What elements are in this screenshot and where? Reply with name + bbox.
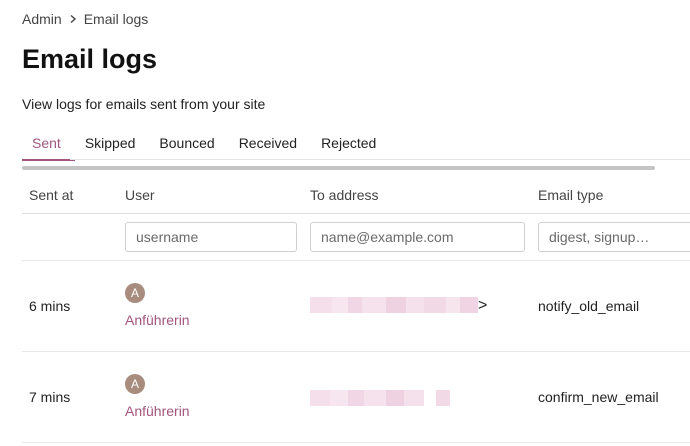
email-logs-page: Admin Email logs Email logs View logs fo… [0, 0, 690, 446]
tab-bounced[interactable]: Bounced [149, 129, 228, 161]
user-filter-input[interactable] [125, 222, 297, 252]
breadcrumb: Admin Email logs [22, 11, 148, 27]
column-header-user[interactable]: User [125, 187, 155, 203]
email-type-cell: confirm_new_email [538, 389, 659, 405]
tab-received[interactable]: Received [229, 129, 311, 161]
chevron-right-icon [70, 14, 76, 24]
table-header-row: Sent at User To address Email type [22, 176, 690, 214]
avatar[interactable]: A [125, 374, 145, 394]
tab-rejected[interactable]: Rejected [311, 129, 390, 161]
filter-row [22, 214, 690, 261]
tab-sent[interactable]: Sent [22, 129, 75, 161]
page-subtitle: View logs for emails sent from your site [22, 96, 266, 112]
redacted-email-address: > [310, 297, 487, 314]
username-link[interactable]: Anführerin [125, 403, 190, 419]
avatar[interactable]: A [125, 283, 145, 303]
tab-divider [70, 159, 690, 160]
table-row: 7 mins A Anführerin confirm_new_email [22, 352, 690, 443]
username-link[interactable]: Anführerin [125, 312, 190, 328]
sent-at-cell: 6 mins [29, 298, 71, 314]
email-type-filter-input[interactable] [538, 222, 690, 252]
column-header-email-type[interactable]: Email type [538, 187, 603, 203]
breadcrumb-email-logs-link[interactable]: Email logs [84, 11, 149, 27]
column-header-to-address[interactable]: To address [310, 187, 378, 203]
horizontal-scrollbar[interactable] [22, 166, 655, 170]
email-type-cell: notify_old_email [538, 298, 640, 314]
page-title: Email logs [22, 44, 158, 74]
sent-at-cell: 7 mins [29, 389, 71, 405]
email-logs-table: Sent at User To address Email type 6 min… [22, 176, 690, 443]
breadcrumb-admin-link[interactable]: Admin [22, 11, 62, 27]
address-filter-input[interactable] [310, 222, 525, 252]
tab-bar: Sent Skipped Bounced Received Rejected [22, 129, 390, 161]
tab-skipped[interactable]: Skipped [75, 129, 150, 161]
column-header-sent-at[interactable]: Sent at [29, 187, 73, 203]
table-row: 6 mins A Anführerin > notify_old_email [22, 261, 690, 352]
redacted-email-address [310, 390, 450, 406]
